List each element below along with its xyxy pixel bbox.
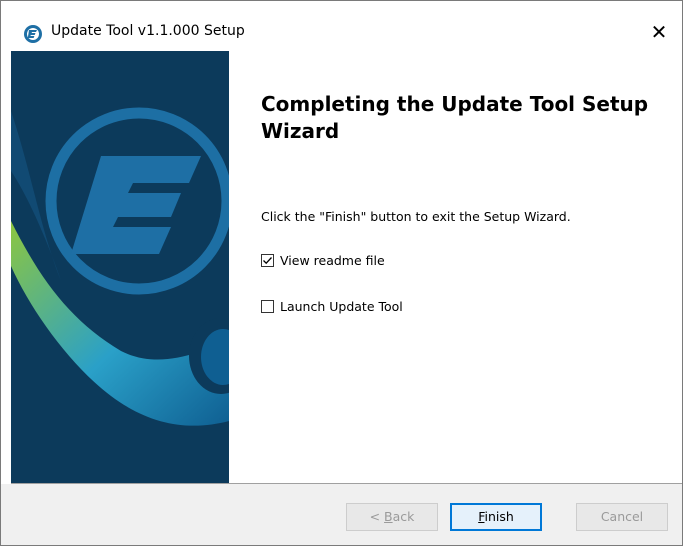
launch-update-tool-option[interactable]: Launch Update Tool (261, 299, 403, 314)
launch-update-tool-checkbox[interactable] (261, 300, 274, 313)
cancel-button[interactable]: Cancel (576, 503, 668, 531)
wizard-banner (11, 51, 229, 483)
page-title: Completing the Update Tool Setup Wizard (261, 92, 649, 143)
setup-window: Update Tool v1.1.000 Setup ✕ Completing … (0, 0, 683, 546)
view-readme-label: View readme file (280, 253, 385, 268)
button-bar: < Back Finish Cancel (1, 484, 682, 545)
wizard-content: Completing the Update Tool Setup Wizard … (229, 51, 682, 483)
finish-button[interactable]: Finish (450, 503, 542, 531)
close-button[interactable]: ✕ (636, 15, 682, 49)
launch-update-tool-label: Launch Update Tool (280, 299, 403, 314)
window-title: Update Tool v1.1.000 Setup (51, 23, 245, 39)
back-button[interactable]: < Back (346, 503, 438, 531)
info-text: Click the "Finish" button to exit the Se… (261, 209, 571, 224)
update-tool-app-icon (24, 25, 42, 43)
update-tool-logo-graphic (11, 51, 229, 483)
view-readme-option[interactable]: View readme file (261, 253, 385, 268)
checkmark-icon (263, 257, 272, 265)
title-bar: Update Tool v1.1.000 Setup ✕ (1, 1, 682, 51)
close-icon: ✕ (650, 20, 668, 44)
view-readme-checkbox[interactable] (261, 254, 274, 267)
